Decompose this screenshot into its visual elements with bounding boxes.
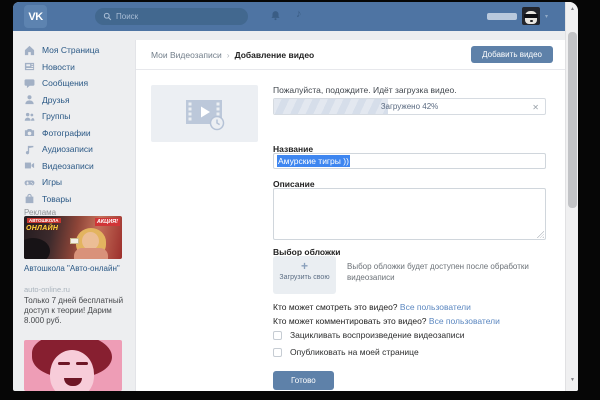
sidebar-item-label: Группы bbox=[42, 111, 70, 121]
title-input[interactable]: Амурские тигры )) bbox=[273, 153, 546, 169]
publish-on-page-checkbox[interactable] bbox=[273, 348, 282, 357]
games-icon bbox=[24, 177, 35, 188]
sidebar-item-label: Новости bbox=[42, 62, 75, 72]
sidebar-item-photos[interactable]: Фотографии bbox=[24, 125, 132, 142]
sidebar-item-label: Игры bbox=[42, 177, 62, 187]
photos-icon bbox=[24, 127, 35, 138]
film-clock-icon bbox=[182, 97, 228, 131]
ad-image-detail bbox=[76, 362, 88, 365]
video-thumbnail-placeholder bbox=[151, 85, 258, 142]
sidebar-item-label: Видеозаписи bbox=[42, 161, 94, 171]
friends-icon bbox=[24, 94, 35, 105]
ad-image-detail bbox=[58, 362, 70, 365]
home-icon bbox=[24, 45, 35, 56]
watch-privacy-question: Кто может смотреть это видео? bbox=[273, 302, 398, 312]
loop-playback-label: Зацикливать воспроизведение видеозаписи bbox=[290, 330, 464, 340]
avatar-sunglasses bbox=[524, 14, 538, 18]
ad-banner-badge: АКЦИЯ! bbox=[95, 218, 120, 226]
top-navigation-bar: VK Поиск ♪ ▾ bbox=[13, 2, 565, 31]
sidebar-item-label: Аудиозаписи bbox=[42, 144, 93, 154]
publish-on-page-checkbox-row[interactable]: Опубликовать на моей странице bbox=[273, 347, 419, 357]
vertical-scrollbar[interactable]: ▲ ▼ bbox=[565, 2, 578, 391]
sidebar-item-label: Моя Страница bbox=[42, 45, 99, 55]
scrollbar-up-arrow-icon[interactable]: ▲ bbox=[566, 6, 578, 12]
user-avatar[interactable] bbox=[522, 7, 540, 25]
sidebar-item-groups[interactable]: Группы bbox=[24, 108, 132, 125]
breadcrumb-separator: › bbox=[227, 50, 230, 60]
loop-playback-checkbox[interactable] bbox=[273, 331, 282, 340]
scrollbar-thumb[interactable] bbox=[568, 32, 577, 208]
messages-icon bbox=[24, 78, 35, 89]
upload-cover-label: Загрузить свою bbox=[273, 274, 336, 281]
market-icon bbox=[24, 193, 35, 204]
notifications-bell-icon[interactable] bbox=[270, 10, 281, 24]
news-icon bbox=[24, 61, 35, 72]
ad-title-link[interactable]: Автошкола "Авто-онлайн" bbox=[24, 264, 124, 274]
breadcrumb: Мои Видеозаписи › Добавление видео Добав… bbox=[136, 40, 565, 70]
ad-url: auto-online.ru bbox=[24, 285, 70, 294]
upload-status-text: Пожалуйста, подождите. Идёт загрузка вид… bbox=[273, 85, 457, 95]
watch-privacy-row: Кто может смотреть это видео? Все пользо… bbox=[273, 302, 471, 312]
scrollbar-down-arrow-icon[interactable]: ▼ bbox=[566, 377, 578, 383]
publish-on-page-label: Опубликовать на моей странице bbox=[290, 347, 419, 357]
search-input[interactable]: Поиск bbox=[95, 8, 248, 25]
upload-cover-button[interactable]: + Загрузить свою bbox=[273, 256, 336, 294]
search-icon bbox=[103, 12, 112, 21]
main-content: Мои Видеозаписи › Добавление видео Добав… bbox=[135, 40, 565, 391]
sidebar-item-news[interactable]: Новости bbox=[24, 59, 132, 76]
sidebar-item-label: Сообщения bbox=[42, 78, 88, 88]
ad-banner-text2: ОНЛАЙН bbox=[26, 225, 58, 232]
watch-privacy-link[interactable]: Все пользователи bbox=[400, 302, 471, 312]
search-placeholder: Поиск bbox=[116, 12, 138, 21]
groups-icon bbox=[24, 111, 35, 122]
audio-icon bbox=[24, 144, 35, 155]
comment-privacy-row: Кто может комментировать это видео? Все … bbox=[273, 316, 500, 326]
done-button[interactable]: Готово bbox=[273, 371, 334, 390]
sidebar-item-label: Фотографии bbox=[42, 128, 91, 138]
sidebar-item-my-page[interactable]: Моя Страница bbox=[24, 42, 132, 59]
ad-image-second[interactable] bbox=[24, 340, 122, 391]
plus-icon: + bbox=[273, 259, 336, 274]
cancel-upload-icon[interactable]: ✕ bbox=[532, 103, 539, 112]
vk-logo[interactable]: VK bbox=[24, 5, 47, 28]
ad-banner-text1: АВТОШКОЛА bbox=[27, 218, 61, 223]
loop-playback-checkbox-row[interactable]: Зацикливать воспроизведение видеозаписи bbox=[273, 330, 464, 340]
description-textarea[interactable] bbox=[273, 188, 546, 240]
upload-progress-bar: Загружено 42% ✕ bbox=[273, 98, 546, 115]
progress-label: Загружено 42% bbox=[274, 99, 545, 114]
add-video-button[interactable]: Добавить видео bbox=[471, 46, 553, 63]
cover-availability-note: Выбор обложки будет доступен после обраб… bbox=[347, 261, 547, 283]
account-menu-caret-icon[interactable]: ▾ bbox=[545, 13, 548, 20]
sidebar-item-audio[interactable]: Аудиозаписи bbox=[24, 141, 132, 158]
sidebar-item-market[interactable]: Товары bbox=[24, 191, 132, 208]
page-title: Добавление видео bbox=[235, 50, 315, 60]
resize-grip-icon[interactable] bbox=[537, 231, 544, 238]
title-selected-text: Амурские тигры )) bbox=[277, 155, 350, 167]
sidebar-item-messages[interactable]: Сообщения bbox=[24, 75, 132, 92]
sidebar-item-label: Товары bbox=[42, 194, 71, 204]
ad-description: Только 7 дней бесплатный доступ к теории… bbox=[24, 296, 124, 326]
username-blurred[interactable] bbox=[487, 13, 517, 20]
sidebar-item-label: Друзья bbox=[42, 95, 70, 105]
browser-viewport: VK Поиск ♪ ▾ Моя Страница Новости Сообще… bbox=[13, 2, 578, 391]
ad-car-interior bbox=[24, 238, 50, 259]
ad-banner-driving-school[interactable]: АВТОШКОЛА ОНЛАЙН АКЦИЯ! bbox=[24, 216, 122, 259]
breadcrumb-my-videos-link[interactable]: Мои Видеозаписи bbox=[151, 50, 222, 60]
video-icon bbox=[24, 160, 35, 171]
avatar-nose bbox=[530, 20, 533, 22]
ad-license-card bbox=[70, 238, 79, 244]
sidebar-menu: Моя Страница Новости Сообщения Друзья Гр… bbox=[24, 42, 132, 207]
comment-privacy-question: Кто может комментировать это видео? bbox=[273, 316, 427, 326]
sidebar-item-video[interactable]: Видеозаписи bbox=[24, 158, 132, 175]
sidebar-item-friends[interactable]: Друзья bbox=[24, 92, 132, 109]
comment-privacy-link[interactable]: Все пользователи bbox=[429, 316, 500, 326]
sidebar-item-games[interactable]: Игры bbox=[24, 174, 132, 191]
music-icon[interactable]: ♪ bbox=[296, 9, 302, 20]
ad-woman-body bbox=[74, 248, 108, 259]
